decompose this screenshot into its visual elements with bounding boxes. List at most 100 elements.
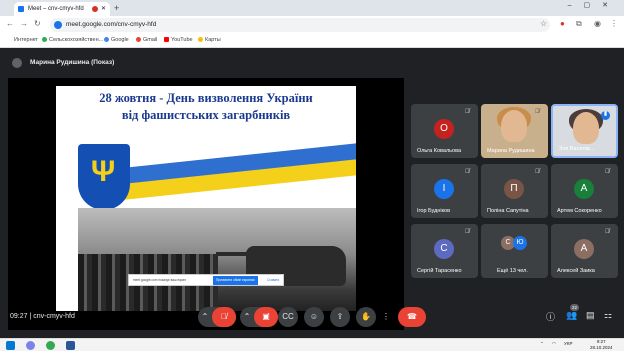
screen-share-stage[interactable]: 28 жовтня - День визволення України від …	[8, 78, 404, 330]
avatar: О	[434, 119, 454, 139]
people-count-badge: 22	[570, 304, 580, 311]
meet-control-bar: 09:27 | cnv-cmyv-hfd ⌃ 🎙̸ ⌃ ▣̸ CC ☺ ⇪ ✋ …	[0, 296, 624, 338]
bookmark-item[interactable]: Сельскохозяйствен...	[42, 37, 103, 43]
participant-name: Артем Сокоренко	[557, 208, 602, 214]
avatar: А	[574, 179, 594, 199]
url-text: meet.google.com/cnv-cmyv-hfd	[66, 21, 157, 28]
participant-tile[interactable]: 🎙̸ І Ігор Будніков	[411, 164, 478, 218]
bookmark-item[interactable]: Google	[104, 37, 129, 43]
meet-window: Марина Рудишина (Показ) 28 жовтня - День…	[0, 48, 624, 338]
people-icon[interactable]: 👥	[566, 310, 577, 321]
mic-off-icon: 🎙̸	[535, 109, 540, 115]
os-taskbar: ⌃ ◠ УКР 9:27 28.10.2024	[0, 338, 624, 351]
mic-off-icon: 🎙̸	[535, 169, 540, 175]
bookmark-item[interactable]: Интернет	[14, 37, 38, 43]
leave-call-button[interactable]: ☎	[398, 307, 426, 327]
activities-icon[interactable]: ⚏	[604, 310, 612, 321]
participant-name: Поліна Сапутіна	[487, 208, 529, 214]
emoji-button[interactable]: ☺	[304, 307, 324, 327]
maps-icon	[198, 37, 203, 42]
participant-tile[interactable]: 🎙̸ О Ольга Ковальова	[411, 104, 478, 158]
back-icon[interactable]: ←	[6, 19, 14, 28]
avatar: С	[434, 239, 454, 259]
participant-name: Ігор Будніков	[417, 208, 451, 214]
meeting-code: cnv-cmyv-hfd	[33, 313, 75, 320]
windows-start-icon[interactable]	[6, 341, 15, 350]
reload-icon[interactable]: ↻	[34, 19, 41, 28]
camera-toggle-button[interactable]: ▣̸	[254, 307, 278, 327]
close-tab-icon[interactable]: ✕	[101, 2, 106, 16]
bookmark-item[interactable]: Карты	[198, 37, 221, 43]
mic-off-icon: 🎙̸	[465, 109, 470, 115]
speaking-icon: ▮	[601, 111, 610, 120]
more-participants-label: Ещё 13 чел.	[497, 268, 528, 274]
address-bar-row: ← → ↻ meet.google.com/cnv-cmyv-hfd ☆ ● ⧉…	[0, 16, 624, 34]
extensions-puzzle-icon[interactable]: ⧉	[576, 19, 582, 29]
participant-tile[interactable]: 🎙̸ С Сергій Тарасенко	[411, 224, 478, 278]
more-options-icon[interactable]: ⋮	[380, 307, 392, 327]
slide-title-line2: від фашистських загарбників	[121, 108, 291, 122]
participant-tile[interactable]: ▮ Зоя Василів...	[551, 104, 618, 158]
participant-video-face	[501, 110, 527, 142]
participant-video-face	[573, 112, 599, 144]
captions-button[interactable]: CC	[278, 307, 298, 327]
bookmark-icon	[42, 37, 47, 42]
google-icon	[104, 37, 109, 42]
clock-date: 28.10.2024	[590, 345, 613, 350]
bookmark-star-icon[interactable]: ☆	[540, 19, 547, 28]
hide-notice-button[interactable]: Сховати	[267, 276, 279, 285]
url-input[interactable]: meet.google.com/cnv-cmyv-hfd	[50, 18, 550, 32]
share-notice-text: meet.google.com показує ваш екран	[133, 278, 186, 282]
gmail-icon	[136, 37, 141, 42]
bookmark-item[interactable]: YouTube	[164, 37, 193, 43]
mic-toggle-button[interactable]: 🎙̸	[212, 307, 236, 327]
avatar	[12, 58, 22, 68]
browser-tab-meet[interactable]: Meet – cnv-cmyv-hfd ✕	[14, 2, 110, 16]
meeting-time: 09:27	[10, 313, 28, 320]
avatar: І	[434, 179, 454, 199]
browser-tab-strip: Meet – cnv-cmyv-hfd ✕ + –▢✕	[0, 0, 624, 16]
site-info-icon[interactable]	[54, 21, 62, 29]
meet-favicon-icon	[18, 6, 24, 12]
extension-icon[interactable]: ●	[560, 19, 565, 28]
word-icon[interactable]	[66, 341, 75, 350]
profile-icon[interactable]: ◉	[594, 19, 601, 28]
bookmarks-bar: Интернет Сельскохозяйствен... Google Gma…	[0, 34, 624, 48]
share-notice-bar: meet.google.com показує ваш екран Припин…	[128, 274, 284, 286]
participant-name: Сергій Тарасенко	[417, 268, 462, 274]
window-controls[interactable]: –▢✕	[568, 1, 620, 9]
avatar: Ю	[513, 236, 527, 250]
bookmark-item[interactable]: Gmail	[136, 37, 157, 43]
network-icon[interactable]: ◠	[552, 341, 556, 347]
stop-sharing-button[interactable]: Припинити обмін екраном	[213, 276, 258, 285]
mic-off-icon: 🎙̸	[465, 229, 470, 235]
meeting-info: 09:27 | cnv-cmyv-hfd	[10, 313, 75, 320]
more-participants-tile[interactable]: С Ю Ещё 13 чел.	[481, 224, 548, 278]
participant-tile[interactable]: 🎙̸ П Поліна Сапутіна	[481, 164, 548, 218]
participant-tile[interactable]: 🎙̸ Марина Рудишина	[481, 104, 548, 158]
participant-tile[interactable]: 🎙̸ А Артем Сокоренко	[551, 164, 618, 218]
raise-hand-button[interactable]: ✋	[356, 307, 376, 327]
menu-kebab-icon[interactable]: ⋮	[610, 19, 618, 28]
participant-name: Алексей Заика	[557, 268, 595, 274]
presenter-label: Марина Рудишина (Показ)	[8, 55, 168, 71]
language-indicator[interactable]: УКР	[564, 341, 572, 346]
tab-title: Meet – cnv-cmyv-hfd	[28, 6, 84, 12]
participant-name: Зоя Василів...	[559, 146, 595, 152]
new-tab-button[interactable]: +	[114, 2, 119, 14]
system-clock[interactable]: 9:27 28.10.2024	[590, 339, 613, 351]
forward-icon[interactable]: →	[20, 19, 28, 28]
chat-icon[interactable]: ▤	[586, 310, 595, 321]
camera-options-chevron-icon[interactable]: ⌃	[240, 307, 254, 327]
participant-tile[interactable]: 🎙̸ А Алексей Заика	[551, 224, 618, 278]
present-button[interactable]: ⇪	[330, 307, 350, 327]
meeting-details-icon[interactable]: ⓘ	[546, 310, 555, 323]
viber-icon[interactable]	[26, 341, 35, 350]
presenter-name: Марина Рудишина (Показ)	[30, 59, 115, 66]
tray-up-icon[interactable]: ⌃	[540, 341, 544, 347]
mic-options-chevron-icon[interactable]: ⌃	[198, 307, 212, 327]
slide-title-line1: 28 жовтня - День визволення України	[99, 91, 313, 105]
avatar: А	[574, 239, 594, 259]
chrome-icon[interactable]	[46, 341, 55, 350]
trident-icon: Ψ	[91, 155, 116, 188]
